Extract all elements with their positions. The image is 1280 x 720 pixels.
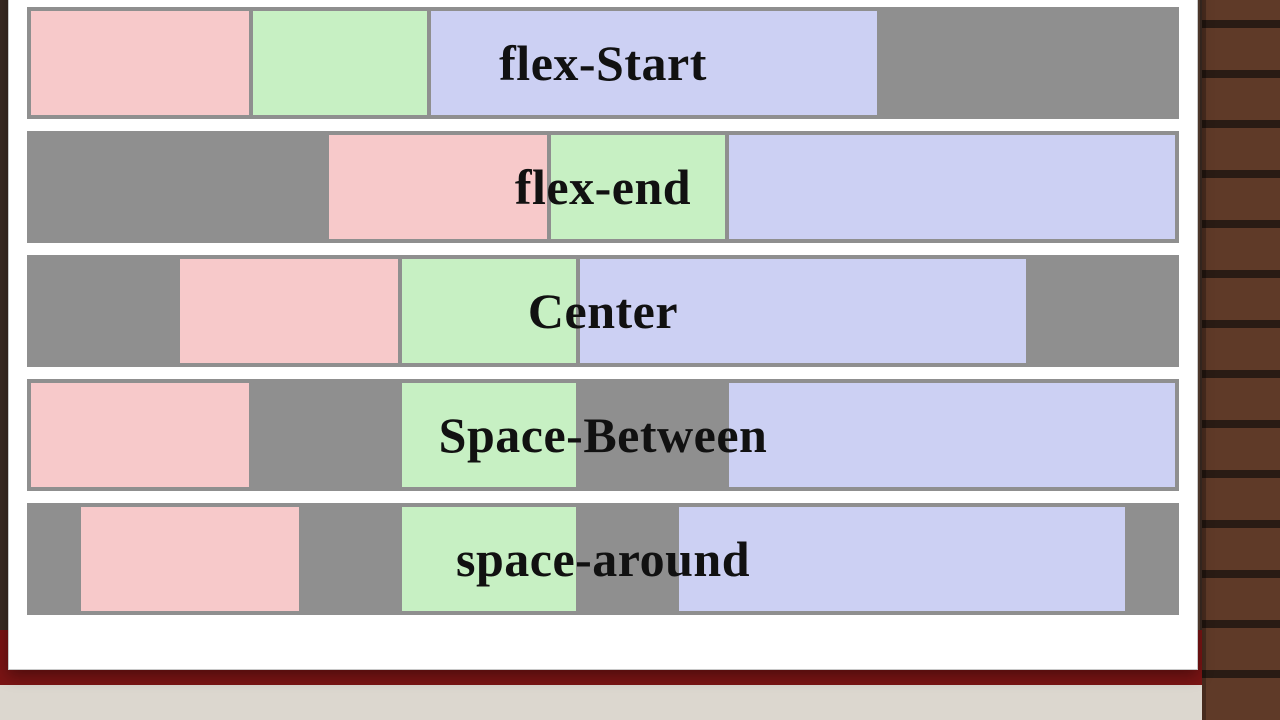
box-blue <box>429 9 879 117</box>
box-green <box>251 9 429 117</box>
row-flex-start: flex-Start <box>27 7 1179 119</box>
box-blue <box>727 381 1177 489</box>
box-green <box>400 505 578 613</box>
box-green <box>549 133 727 241</box>
box-green <box>400 257 578 365</box>
box-pink <box>327 133 549 241</box>
box-pink <box>79 505 301 613</box>
box-blue <box>727 133 1177 241</box>
row-center: Center <box>27 255 1179 367</box>
justify-content-diagram: flex-Start flex-end Center Space-Between… <box>27 7 1179 615</box>
brick-wall-right <box>1202 0 1280 720</box>
slide-card: flex-Start flex-end Center Space-Between… <box>8 0 1198 670</box>
row-flex-end: flex-end <box>27 131 1179 243</box>
box-green <box>400 381 578 489</box>
row-space-between: Space-Between <box>27 379 1179 491</box>
box-blue <box>578 257 1028 365</box>
row-space-around: space-around <box>27 503 1179 615</box>
box-pink <box>178 257 400 365</box>
box-blue <box>677 505 1127 613</box>
box-pink <box>29 9 251 117</box>
box-pink <box>29 381 251 489</box>
